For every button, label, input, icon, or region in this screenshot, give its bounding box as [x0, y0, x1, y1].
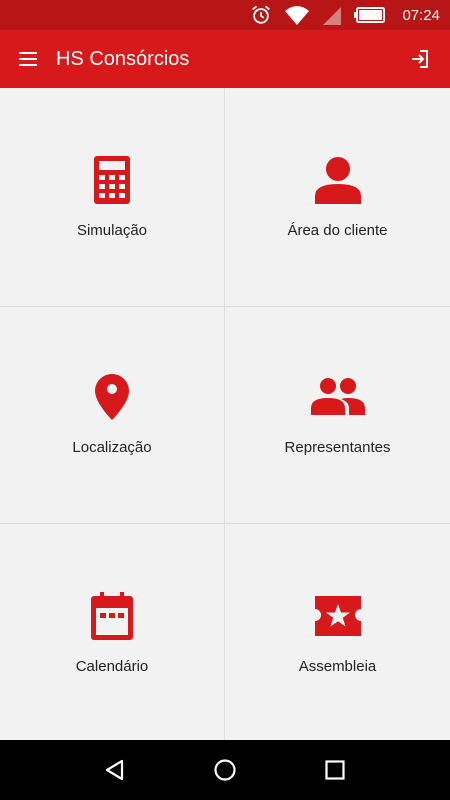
tile-label: Área do cliente — [287, 222, 388, 239]
tile-label: Calendário — [75, 658, 149, 675]
back-icon — [105, 759, 124, 781]
signal-icon — [323, 7, 342, 25]
tile-simulacao[interactable]: Simulação — [0, 88, 225, 307]
tile-label: Simulação — [76, 222, 148, 239]
tile-label: Localização — [72, 439, 152, 456]
tile-representantes[interactable]: Representantes — [225, 307, 450, 524]
menu-button[interactable] — [0, 30, 56, 88]
calendar-icon — [84, 588, 140, 644]
home-icon — [214, 759, 236, 781]
menu-grid: Simulação Área do cliente Localização Re… — [0, 88, 450, 740]
app-bar: HS Consórcios — [0, 30, 450, 88]
tile-label: Assembleia — [298, 658, 377, 675]
person-icon — [310, 152, 366, 208]
clock-text: 07:24 — [402, 6, 440, 24]
tile-localizacao[interactable]: Localização — [0, 307, 225, 524]
alarm-icon — [252, 5, 271, 24]
group-icon — [310, 369, 366, 425]
recents-icon — [325, 760, 345, 780]
home-button[interactable] — [195, 740, 255, 800]
battery-icon — [354, 7, 386, 23]
calculator-icon — [84, 152, 140, 208]
status-bar: 07:24 — [0, 0, 450, 30]
exit-icon — [412, 50, 428, 68]
tile-label: Representantes — [284, 439, 391, 456]
app-title: HS Consórcios — [56, 47, 190, 70]
wifi-icon — [285, 6, 310, 25]
tile-area-do-cliente[interactable]: Área do cliente — [225, 88, 450, 307]
recents-button[interactable] — [305, 740, 365, 800]
menu-icon — [19, 52, 37, 66]
tile-calendario[interactable]: Calendário — [0, 524, 225, 740]
ticket-star-icon — [310, 588, 366, 644]
tile-assembleia[interactable]: Assembleia — [225, 524, 450, 740]
location-pin-icon — [84, 369, 140, 425]
exit-button[interactable] — [390, 30, 450, 88]
back-button[interactable] — [85, 740, 145, 800]
system-nav-bar — [0, 740, 450, 800]
